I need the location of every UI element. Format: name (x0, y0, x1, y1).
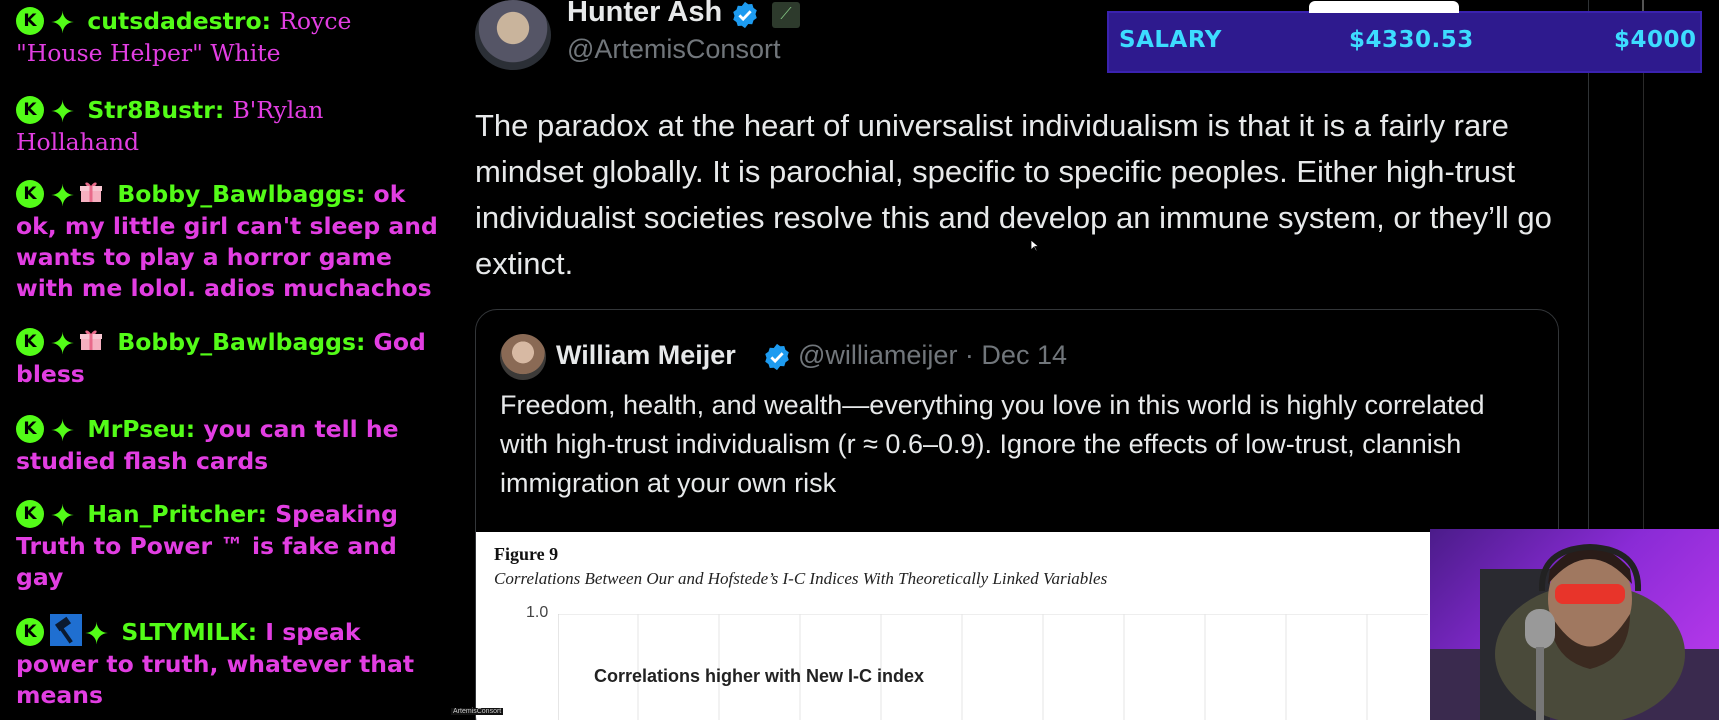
author-name[interactable]: Hunter Ash (567, 0, 722, 29)
gift-icon (79, 180, 103, 204)
gift-icon (79, 328, 103, 352)
tweet-text: The paradox at the heart of universalist… (475, 108, 1552, 281)
chat-message: ✦ Bobby_Bawlbaggs: ok ok, my little girl… (16, 179, 441, 304)
salary-overlay: SALARY $4330.53 $4000 (1107, 1, 1702, 73)
salary-label: SALARY (1119, 27, 1222, 53)
kick-icon (16, 96, 44, 124)
webcam-feed (1430, 529, 1719, 720)
chat-message: ✦ cutsdadestro: Royce "House Helper" Whi… (16, 6, 441, 69)
figure-subtitle: Correlations Between Our and Hofstede’s … (494, 569, 1108, 588)
chat-username[interactable]: Bobby_Bawlbaggs (117, 180, 356, 208)
hammer-icon (50, 614, 82, 646)
star-icon: ✦ (50, 327, 76, 362)
chat-username[interactable]: cutsdadestro (87, 7, 261, 35)
star-icon: ✦ (50, 179, 76, 214)
figure-title: Figure 9 (494, 544, 559, 564)
kick-icon (16, 7, 44, 35)
quoted-tweet[interactable]: William Meijer @williameijer · Dec 14 Fr… (475, 309, 1559, 720)
star-icon: ✦ (50, 414, 76, 449)
quoted-figure-image[interactable]: Figure 9 Correlations Between Our and Ho… (476, 532, 1436, 720)
quoted-tweet-text: Freedom, health, and wealth—everything y… (500, 390, 1485, 498)
chat-username[interactable]: SLTYMILK (121, 618, 247, 646)
mouse-cursor-icon (1031, 240, 1039, 252)
quoted-author-meta[interactable]: @williameijer · Dec 14 (798, 340, 1067, 371)
chat-message: ✦ MrPseu: you can tell he studied flash … (16, 414, 441, 477)
author-avatar[interactable] (475, 0, 551, 70)
kick-icon (16, 415, 44, 443)
chat-username[interactable]: Bobby_Bawlbaggs (117, 328, 356, 356)
star-icon: ✦ (50, 499, 76, 534)
kick-icon (16, 180, 44, 208)
star-icon: ✦ (50, 95, 76, 130)
chat-message: ✦ Han_Pritcher: Speaking Truth to Power … (16, 499, 441, 593)
kick-icon (16, 618, 44, 646)
chat-username[interactable]: Han_Pritcher (87, 500, 257, 528)
affiliation-badge-icon[interactable]: ⟋ (772, 2, 800, 28)
chat-username[interactable]: Str8Bustr (87, 96, 215, 124)
source-label: ArtemisConsort (451, 708, 504, 715)
scroll-track (1643, 0, 1644, 530)
star-icon: ✦ (84, 617, 110, 652)
salary-current: $4330.53 (1349, 27, 1474, 53)
verified-badge-icon (733, 1, 757, 29)
figure-y-tick: 1.0 (526, 604, 549, 621)
figure-annotation: Correlations higher with New I-C index (594, 666, 925, 686)
salary-goal: $4000 (1614, 27, 1697, 53)
chat-panel: ✦ cutsdadestro: Royce "House Helper" Whi… (0, 0, 448, 720)
chat-username[interactable]: MrPseu (87, 415, 185, 443)
chat-message: ✦ SLTYMILK: I speak power to truth, what… (16, 614, 441, 711)
chat-message: ✦ Str8Bustr: B'Rylan Hollahand (16, 95, 441, 158)
author-handle[interactable]: @ArtemisConsort (567, 34, 780, 65)
quoted-author-name[interactable]: William Meijer (556, 340, 736, 371)
chat-message: ✦ Bobby_Bawlbaggs: God bless (16, 327, 441, 390)
streamer-figure (1430, 543, 1719, 720)
verified-badge-icon (765, 343, 789, 371)
kick-icon (16, 328, 44, 356)
salary-tab (1309, 1, 1459, 13)
quoted-author-avatar[interactable] (500, 334, 546, 380)
star-icon: ✦ (50, 6, 76, 41)
kick-icon (16, 500, 44, 528)
